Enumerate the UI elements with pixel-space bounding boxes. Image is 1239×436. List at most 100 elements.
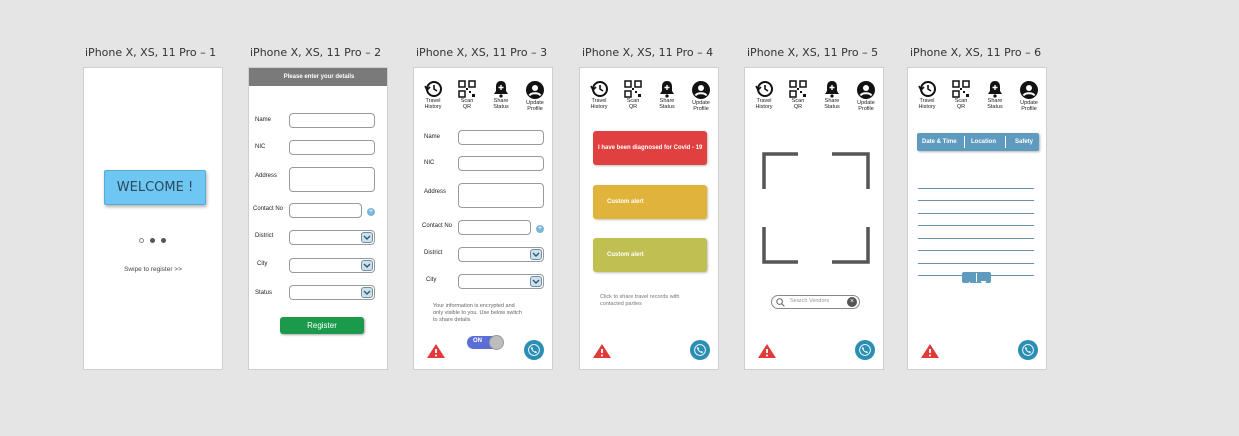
profile-icon — [1020, 81, 1038, 99]
welcome-button[interactable]: WELCOME ! — [104, 170, 206, 205]
page-dot-2[interactable] — [150, 238, 155, 243]
call-button[interactable] — [1018, 340, 1038, 360]
bell-plus-icon — [988, 81, 1002, 98]
name-field[interactable] — [458, 130, 544, 145]
call-button[interactable] — [690, 340, 710, 360]
share-status-screen: Travel History Scan QR Share Status Upda… — [579, 67, 719, 370]
page-indicator[interactable] — [139, 238, 171, 244]
toggle-label: ON — [473, 338, 482, 344]
status-select[interactable] — [289, 285, 375, 300]
contact-field[interactable] — [458, 220, 531, 235]
address-field[interactable] — [289, 167, 375, 192]
update-profile-button[interactable]: Update Profile — [521, 80, 549, 112]
update-profile-button[interactable]: Update Profile — [1015, 80, 1043, 112]
history-icon — [918, 81, 936, 97]
travel-history-button[interactable]: Travel History — [419, 80, 447, 110]
qr-icon — [624, 80, 642, 98]
scan-qr-button[interactable]: Scan QR — [784, 80, 812, 110]
history-rows — [918, 176, 1034, 276]
chevron-down-icon[interactable] — [530, 249, 542, 260]
call-button[interactable] — [524, 340, 544, 360]
name-label: Name — [424, 134, 441, 140]
pagination — [962, 272, 991, 286]
page-down-icon[interactable] — [978, 274, 989, 286]
history-icon — [424, 81, 442, 97]
scan-qr-button[interactable]: Scan QR — [947, 80, 975, 110]
table-row[interactable] — [918, 214, 1034, 226]
nic-field[interactable] — [289, 140, 375, 155]
page-up-icon[interactable] — [964, 274, 975, 286]
contact-field[interactable] — [289, 203, 362, 218]
nic-label: NIC — [255, 144, 266, 150]
warning-icon[interactable] — [920, 343, 940, 364]
update-profile-button[interactable]: Update Profile — [687, 80, 715, 112]
table-row[interactable] — [918, 239, 1034, 251]
qr-icon — [789, 80, 807, 98]
travel-history-button[interactable]: Travel History — [585, 80, 613, 110]
scan-qr-button[interactable]: Scan QR — [453, 80, 481, 110]
profile-icon — [857, 81, 875, 99]
scan-screen: Travel History Scan QR Share Status Upda… — [744, 67, 884, 370]
vendor-search[interactable]: Search Vendors × — [771, 295, 860, 309]
contact-label: Contact No — [253, 206, 284, 212]
page-dot-3[interactable] — [161, 238, 166, 243]
table-row[interactable] — [918, 201, 1034, 214]
chevron-down-icon[interactable] — [530, 276, 542, 287]
bell-plus-icon — [660, 81, 674, 98]
nic-field[interactable] — [458, 156, 544, 171]
page-dot-1[interactable] — [139, 238, 144, 243]
share-toggle[interactable]: ON — [467, 335, 504, 350]
name-field[interactable] — [289, 113, 375, 128]
scan-frame-icon — [762, 152, 870, 264]
profile-icon — [692, 81, 710, 99]
district-select[interactable] — [458, 247, 544, 262]
location-column[interactable]: Location — [971, 139, 996, 145]
call-button[interactable] — [855, 340, 875, 360]
chevron-down-icon[interactable] — [361, 287, 373, 298]
register-button[interactable]: Register — [280, 317, 364, 334]
warning-icon[interactable] — [592, 343, 612, 364]
share-status-button[interactable]: Share Status — [487, 80, 515, 110]
pagination-divider — [976, 273, 977, 282]
form-header: Please enter your details — [249, 68, 387, 86]
warning-icon[interactable] — [426, 343, 446, 364]
district-label: District — [424, 250, 443, 256]
table-row[interactable] — [918, 226, 1034, 239]
travel-history-button[interactable]: Travel History — [913, 80, 941, 110]
covid-alert-button[interactable]: I have been diagnosed for Covid - 19 — [593, 131, 707, 165]
safety-column[interactable]: Safety — [1015, 139, 1033, 145]
add-contact-icon[interactable]: + — [367, 208, 375, 216]
district-select[interactable] — [289, 230, 375, 245]
profile-icon — [526, 81, 544, 99]
artboard-title-5: iPhone X, XS, 11 Pro – 5 — [747, 46, 879, 59]
custom-alert-button-1[interactable]: Custom alert — [593, 185, 707, 219]
chevron-down-icon[interactable] — [361, 232, 373, 243]
search-placeholder: Search Vendors — [790, 298, 830, 304]
table-row[interactable] — [918, 251, 1034, 264]
chevron-down-icon[interactable] — [361, 260, 373, 271]
travel-history-button[interactable]: Travel History — [750, 80, 778, 110]
city-label: City — [426, 277, 437, 283]
phone-icon — [859, 344, 871, 356]
share-status-button[interactable]: Share Status — [981, 80, 1009, 110]
address-field[interactable] — [458, 183, 544, 208]
warning-icon[interactable] — [757, 343, 777, 364]
scan-qr-button[interactable]: Scan QR — [619, 80, 647, 110]
add-contact-icon[interactable]: + — [536, 225, 544, 233]
toggle-knob[interactable] — [489, 335, 504, 350]
update-profile-button[interactable]: Update Profile — [852, 80, 880, 112]
district-label: District — [255, 233, 274, 239]
swipe-hint: Swipe to register >> — [124, 266, 182, 273]
date-time-column[interactable]: Date & Time — [922, 139, 957, 145]
city-select[interactable] — [289, 258, 375, 273]
clear-search-icon[interactable]: × — [847, 297, 857, 307]
custom-alert-button-2[interactable]: Custom alert — [593, 238, 707, 272]
table-row[interactable] — [918, 189, 1034, 201]
share-status-button[interactable]: Share Status — [818, 80, 846, 110]
share-status-button[interactable]: Share Status — [653, 80, 681, 110]
artboard-title-6: iPhone X, XS, 11 Pro – 6 — [910, 46, 1042, 59]
artboard-title-2: iPhone X, XS, 11 Pro – 2 — [250, 46, 382, 59]
bell-plus-icon — [494, 81, 508, 98]
table-row[interactable] — [918, 176, 1034, 189]
city-select[interactable] — [458, 274, 544, 289]
